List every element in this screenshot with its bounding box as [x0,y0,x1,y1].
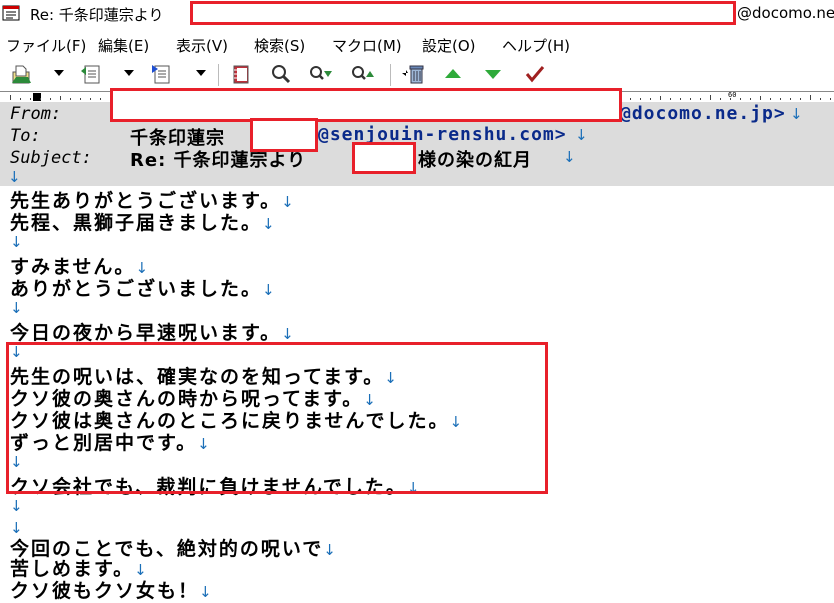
search-up-icon [352,66,374,80]
check-button[interactable] [522,62,548,86]
body-line: ↓ [10,233,23,251]
ruler-tick [730,98,731,100]
ruler-tick [830,98,831,100]
menu-bar: ファイル(F) 編集(E) 表示(V) 検索(S) マクロ(M) 設定(O) ヘ… [0,30,834,56]
ruler-tick [20,98,21,100]
ruler-tick [820,98,821,100]
window-title: Re: 千条印蓮宗より [30,6,164,24]
subject-label: Subject: [10,148,92,168]
menu-view[interactable]: 表示(V) [176,35,228,56]
notebook-icon [233,65,249,84]
next-message-button[interactable] [480,62,506,86]
open-document-icon [81,65,100,84]
body-line: すみません。↓ [10,256,149,278]
newline-mark: ↓ [790,105,804,123]
ruler-tick [100,98,101,100]
redaction-box [250,118,318,152]
notebook-button[interactable] [228,62,254,86]
ruler-tick [740,98,741,100]
body-line: クソ彼もクソ女も！↓ [10,580,212,602]
menu-file[interactable]: ファイル(F) [6,35,86,56]
newline-mark: ↓ [563,148,577,166]
body-line: 苦しめます。↓ [10,558,147,580]
open-dropdown-icon[interactable] [124,70,134,76]
ruler-tick [660,96,661,100]
mail-document-icon [2,5,20,21]
highlight-box [6,342,548,494]
save-document-icon [152,65,170,84]
toolbar [0,58,834,90]
ruler-tick [790,98,791,100]
ruler-tick [70,98,71,100]
ruler-tick [780,98,781,100]
redaction-box [190,1,736,25]
from-value: @docomo.ne.jp> [620,103,786,124]
ruler-tick [670,98,671,100]
menu-search[interactable]: 検索(S) [254,35,305,56]
body-line: 今日の夜から早速呪います。↓ [10,322,294,344]
menu-edit[interactable]: 編集(E) [98,35,149,56]
ruler-tick [50,98,51,100]
save-dropdown-icon[interactable] [196,70,206,76]
ruler-tick [630,98,631,100]
from-label: From: [10,104,62,124]
ruler-tick [810,95,811,100]
ruler-tick [800,98,801,100]
body-line: ↓ [10,497,23,515]
to-label: To: [10,126,41,146]
body-line: 先程、黒獅子届きました。↓ [10,212,275,234]
ruler-tick [640,98,641,100]
toolbar-separator [390,64,391,86]
subject-suffix: 様の染の紅月 [418,150,532,171]
ruler-tick [720,98,721,100]
open-button[interactable] [78,62,104,86]
ruler-tick [700,98,701,100]
toolbar-separator [218,64,219,86]
newline-mark: ↓ [575,126,589,144]
ruler-tick [760,96,761,100]
search-icon [272,65,291,84]
new-document-icon [12,65,31,84]
search-button[interactable] [268,62,294,86]
ruler-tick [60,96,61,100]
new-dropdown-icon[interactable] [54,70,64,76]
ruler-tick [750,98,751,100]
trash-icon [402,65,424,84]
body-line: ありがとうございました。↓ [10,278,275,300]
body-line: ↓ [10,299,23,317]
ruler-tick [710,95,711,100]
checkmark-icon [525,66,545,83]
ruler-tick [10,95,11,100]
menu-settings[interactable]: 設定(O) [422,35,476,56]
menu-help[interactable]: ヘルプ(H) [502,35,570,56]
arrow-up-icon [445,69,461,78]
ruler-tick [770,98,771,100]
ruler-tick [690,98,691,100]
redaction-box [352,142,416,174]
search-next-button[interactable] [308,62,334,86]
trash-button[interactable] [400,62,426,86]
ruler-tick [680,98,681,100]
ruler-tick [80,98,81,100]
search-down-icon [310,66,332,80]
redaction-box [110,88,622,122]
search-prev-button[interactable] [350,62,376,86]
ruler-tick [90,98,91,100]
new-document-button[interactable] [8,62,34,86]
ruler-tick [30,98,31,100]
ruler-tick [40,98,41,100]
previous-message-button[interactable] [440,62,466,86]
arrow-down-icon [485,70,501,79]
window-title-suffix: @docomo.ne [737,4,834,22]
menu-macro[interactable]: マクロ(M) [332,35,402,56]
newline-mark: ↓ [8,168,22,186]
body-line: 先生ありがとうございます。↓ [10,190,294,212]
save-button[interactable] [148,62,174,86]
title-bar: Re: 千条印蓮宗より @docomo.ne [0,0,834,28]
ruler-tick [650,98,651,100]
